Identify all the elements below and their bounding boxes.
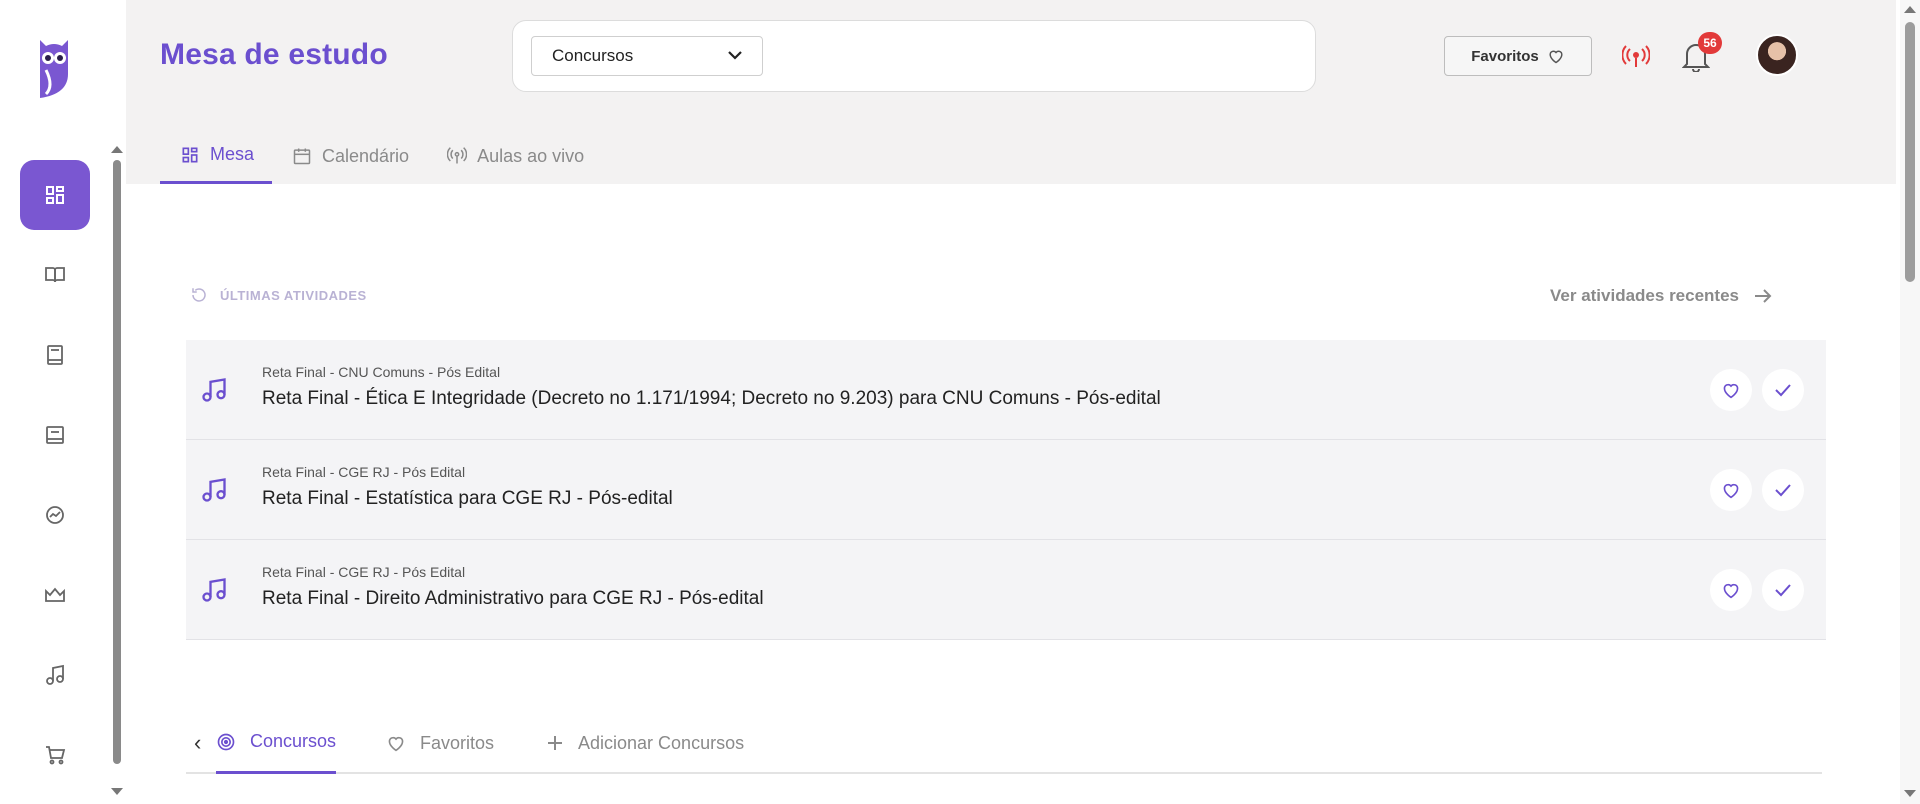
chevron-down-icon [728,51,742,60]
complete-button[interactable] [1762,469,1804,511]
owl-logo-icon[interactable] [36,36,72,102]
page-title: Mesa de estudo [160,38,388,71]
bottom-tabs: ‹ Concursos Favoritos Adicionar Concurso… [186,712,1822,774]
scroll-up-icon[interactable] [111,146,123,153]
tab-favoritos[interactable]: Favoritos [386,712,494,774]
book-open-icon [45,267,65,283]
history-icon [192,288,206,302]
favorites-button[interactable]: Favoritos [1444,36,1592,76]
heart-icon [1723,383,1739,399]
live-broadcast-icon[interactable] [1622,44,1650,68]
favorite-button[interactable] [1710,569,1752,611]
sidebar-scrollbar[interactable] [111,138,123,795]
concursos-select[interactable]: Concursos [531,36,763,76]
sidebar [0,0,123,804]
complete-button[interactable] [1762,569,1804,611]
check-icon [1775,484,1791,497]
broadcast-icon [447,147,468,164]
tab-label: Calendário [322,145,410,166]
scroll-down-icon[interactable] [111,788,123,795]
activity-list: Reta Final - CNU Comuns - Pós Edital Ret… [186,340,1826,640]
dashboard-icon [46,186,64,204]
item-title[interactable]: Reta Final - Ética E Integridade (Decret… [262,388,1161,410]
book-icon [47,345,63,365]
sidebar-item-audio[interactable] [20,640,90,710]
item-subtitle: Reta Final - CGE RJ - Pós Edital [262,464,466,480]
item-subtitle: Reta Final - CGE RJ - Pós Edital [262,564,466,580]
favorite-button[interactable] [1710,369,1752,411]
tab-mesa[interactable]: Mesa [160,128,273,184]
crown-icon [45,587,65,602]
sidebar-item-performance[interactable] [20,480,90,550]
heart-icon [1723,583,1739,599]
tab-label: Adicionar Concursos [578,732,745,753]
tab-aulas-ao-vivo[interactable]: Aulas ao vivo [427,128,602,184]
list-item[interactable]: Reta Final - CGE RJ - Pós Edital Reta Fi… [186,440,1826,540]
main-content: Mesa de estudo Concursos Favoritos 56 Me… [126,0,1896,804]
select-value: Concursos [552,46,634,65]
music-note-icon [202,478,226,502]
sidebar-item-store[interactable] [20,720,90,790]
grid-icon [182,147,198,162]
tab-label: Aulas ao vivo [477,145,585,166]
recent-activities-heading: ÚLTIMAS ATIVIDADES [190,286,367,304]
item-subtitle: Reta Final - CNU Comuns - Pós Edital [262,364,501,380]
heart-icon [388,736,404,752]
heart-icon [1723,483,1739,499]
avatar[interactable] [1756,34,1798,76]
plus-icon [548,736,562,750]
sidebar-scroll-thumb[interactable] [113,160,121,764]
tab-calendario[interactable]: Calendário [272,128,427,184]
search-box: Concursos [512,20,1316,92]
music-note-icon [46,664,64,685]
music-note-icon [202,578,226,602]
item-title[interactable]: Reta Final - Estatística para CGE RJ - P… [262,488,673,510]
tab-adicionar-concursos[interactable]: Adicionar Concursos [546,712,744,774]
scroll-down-icon[interactable] [1904,790,1916,797]
tab-label: Favoritos [420,732,495,753]
check-icon [1775,584,1791,597]
scroll-up-icon[interactable] [1904,6,1916,13]
check-icon [1775,384,1791,397]
page-scroll-thumb[interactable] [1905,22,1915,282]
tab-label: Mesa [210,144,255,164]
notification-badge: 56 [1698,32,1722,54]
sidebar-item-notebook[interactable] [20,400,90,470]
sidebar-item-dashboard[interactable] [20,160,90,230]
chart-icon [46,506,64,524]
list-item[interactable]: Reta Final - CGE RJ - Pós Edital Reta Fi… [186,540,1826,640]
complete-button[interactable] [1762,369,1804,411]
sidebar-item-books[interactable] [20,320,90,390]
page-scrollbar[interactable] [1900,0,1920,804]
cart-icon [46,746,66,765]
sidebar-item-premium[interactable] [20,560,90,630]
heading-label: ÚLTIMAS ATIVIDADES [220,287,367,303]
list-item[interactable]: Reta Final - CNU Comuns - Pós Edital Ret… [186,340,1826,440]
calendar-icon [293,148,311,165]
tab-label: Concursos [250,731,337,751]
see-recent-label: Ver atividades recentes [1550,286,1740,305]
target-icon [217,733,235,750]
notebook-icon [46,426,64,444]
see-recent-link[interactable]: Ver atividades recentes [1550,286,1773,306]
music-note-icon [202,378,226,402]
tab-concursos[interactable]: Concursos [216,712,337,774]
main-tabs: Mesa Calendário Aulas ao vivo [160,128,602,184]
favorites-label: Favoritos [1471,47,1539,65]
item-title[interactable]: Reta Final - Direito Administrativo para… [262,588,764,610]
sidebar-item-courses[interactable] [20,240,90,310]
favorite-button[interactable] [1710,469,1752,511]
arrow-right-icon [1755,289,1772,303]
heart-icon [1549,50,1563,64]
chevron-left-icon[interactable]: ‹ [194,730,201,756]
